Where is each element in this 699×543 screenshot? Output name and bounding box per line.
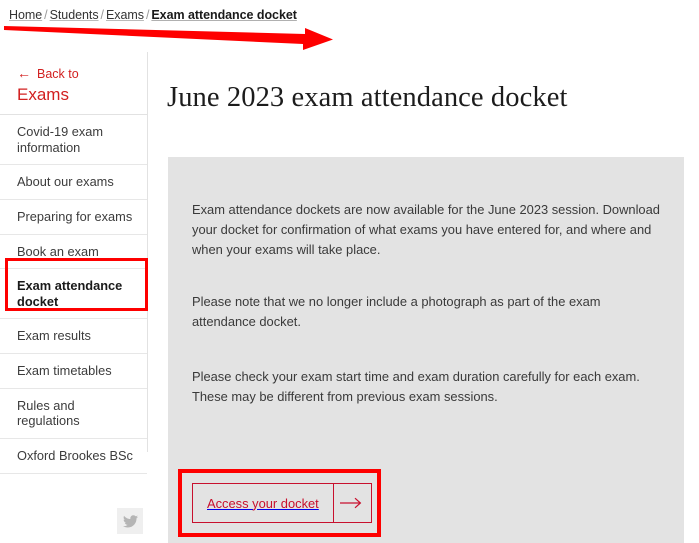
sidebar-item-rules-and-regulations[interactable]: Rules and regulations — [0, 389, 147, 439]
red-annotation-arrow-icon — [0, 20, 340, 50]
breadcrumb-item-students[interactable]: Students — [50, 8, 99, 22]
sidebar-item-covid-19-exam-information[interactable]: Covid-19 exam information — [0, 115, 147, 165]
breadcrumb-item-current: Exam attendance docket — [151, 8, 296, 22]
breadcrumb: Home/Students/Exams/Exam attendance dock… — [9, 8, 297, 22]
breadcrumb-separator: / — [99, 8, 106, 22]
sidebar-item-exam-attendance-docket[interactable]: Exam attendance docket — [0, 269, 147, 319]
paragraph-availability: Exam attendance dockets are now availabl… — [192, 200, 660, 260]
sidebar-back-link[interactable]: ← Back to Exams — [0, 52, 147, 114]
sidebar-item-about-our-exams[interactable]: About our exams — [0, 165, 147, 200]
twitter-link[interactable] — [117, 508, 143, 534]
page-title: June 2023 exam attendance docket — [148, 52, 699, 115]
sidebar-back-row: ← Back to — [17, 66, 131, 81]
access-your-docket-button[interactable]: Access your docket — [192, 483, 372, 523]
twitter-icon — [123, 515, 138, 528]
sidebar-nav-list: Covid-19 exam information About our exam… — [0, 114, 147, 473]
breadcrumb-item-home[interactable]: Home — [9, 8, 42, 22]
content-panel: Exam attendance dockets are now availabl… — [168, 157, 684, 543]
main-content: June 2023 exam attendance docket Exam at… — [148, 52, 699, 539]
breadcrumb-item-exams[interactable]: Exams — [106, 8, 144, 22]
sidebar-back-target: Exams — [17, 86, 131, 105]
arrow-right-icon — [333, 484, 371, 522]
sidebar-item-exam-results[interactable]: Exam results — [0, 319, 147, 354]
sidebar-item-preparing-for-exams[interactable]: Preparing for exams — [0, 200, 147, 235]
sidebar-item-oxford-brookes-bsc[interactable]: Oxford Brookes BSc — [0, 439, 147, 474]
cta-wrapper: Access your docket — [192, 483, 372, 523]
breadcrumb-separator: / — [42, 8, 49, 22]
paragraph-start-time-note: Please check your exam start time and ex… — [192, 367, 660, 407]
sidebar: ← Back to Exams Covid-19 exam information… — [0, 52, 148, 452]
sidebar-back-prefix: Back to — [37, 67, 79, 81]
arrow-left-icon: ← — [17, 66, 31, 80]
sidebar-item-book-an-exam[interactable]: Book an exam — [0, 235, 147, 270]
sidebar-item-exam-timetables[interactable]: Exam timetables — [0, 354, 147, 389]
page-body: ← Back to Exams Covid-19 exam information… — [0, 52, 699, 539]
paragraph-photograph-note: Please note that we no longer include a … — [192, 292, 660, 332]
access-your-docket-label: Access your docket — [193, 484, 333, 522]
